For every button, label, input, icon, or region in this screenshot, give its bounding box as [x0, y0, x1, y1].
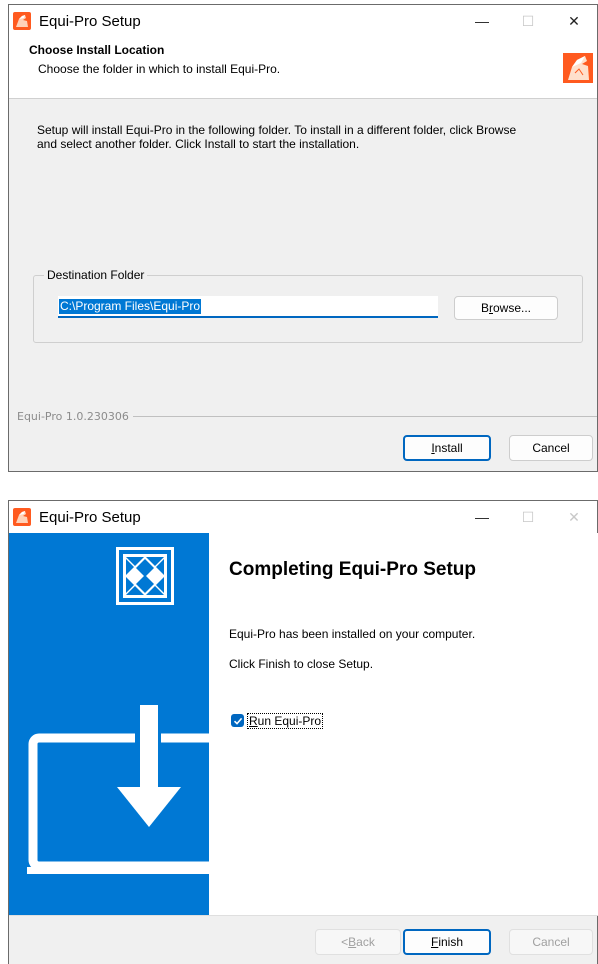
close-button[interactable]: ✕: [551, 501, 597, 533]
back-label-accel: B: [348, 935, 357, 949]
footer-divider: [9, 915, 598, 916]
run-equi-pro-checkbox[interactable]: [231, 714, 244, 727]
header-subtitle: Choose the folder in which to install Eq…: [38, 62, 281, 76]
install-label-rest: nstall: [434, 441, 463, 455]
package-logo-icon: [116, 547, 174, 605]
download-laptop-icon: [27, 703, 209, 874]
finish-label-accel: F: [430, 935, 439, 949]
window-title: Equi-Pro Setup: [39, 12, 141, 30]
back-label-rest: ack: [356, 935, 375, 949]
run-equi-pro-label[interactable]: Run Equi-Pro: [247, 713, 324, 729]
instructions-line-2: and select another folder. Click Install…: [37, 137, 360, 151]
back-label-prefix: <: [341, 935, 349, 949]
header-title: Choose Install Location: [29, 43, 165, 57]
cancel-button[interactable]: Cancel: [509, 929, 593, 955]
equi-pro-logo-icon: [563, 53, 593, 83]
install-location-window: Equi-Pro Setup — ☐ ✕ Choose Install Loca…: [8, 4, 598, 472]
cancel-button[interactable]: Cancel: [509, 435, 593, 461]
wizard-side-panel: [9, 533, 209, 915]
window-title: Equi-Pro Setup: [39, 508, 141, 526]
instructions-text: Setup will install Equi-Pro in the follo…: [9, 99, 579, 151]
destination-path-value: C:\Program Files\Equi-Pro: [59, 299, 202, 314]
minimize-button[interactable]: —: [459, 501, 505, 533]
app-icon: [13, 12, 31, 30]
run-label-accel: R: [249, 714, 258, 728]
browse-button[interactable]: Br owse...: [454, 296, 558, 320]
installed-message: Equi-Pro has been installed on your comp…: [229, 627, 476, 641]
back-button[interactable]: < Back: [315, 929, 401, 955]
version-label: Equi-Pro 1.0.230306: [17, 409, 129, 423]
run-label-rest: un Equi-Pro: [257, 714, 322, 728]
maximize-button[interactable]: ☐: [505, 5, 551, 37]
divider-line: [132, 415, 597, 417]
title-bar[interactable]: Equi-Pro Setup — ☐ ✕: [9, 5, 597, 37]
finish-label-rest: inish: [438, 935, 464, 949]
wizard-content: Completing Equi-Pro Setup Equi-Pro has b…: [209, 533, 598, 915]
app-icon: [13, 508, 31, 526]
finish-button[interactable]: Finish: [403, 929, 491, 955]
browse-label-start: B: [480, 301, 489, 315]
minimize-button[interactable]: —: [459, 5, 505, 37]
install-button[interactable]: Install: [403, 435, 491, 461]
close-instruction: Click Finish to close Setup.: [229, 657, 374, 671]
finish-window: Equi-Pro Setup — ☐ ✕ Completing Equi-Pro…: [8, 500, 598, 964]
instructions-line-1: Setup will install Equi-Pro in the follo…: [37, 123, 517, 137]
destination-folder-group: Destination Folder C:\Program Files\Equi…: [33, 268, 583, 343]
wizard-header: Choose Install Location Choose the folde…: [9, 37, 597, 99]
destination-folder-label: Destination Folder: [44, 268, 148, 282]
browse-label-end: owse...: [493, 301, 532, 315]
title-bar[interactable]: Equi-Pro Setup — ☐ ✕: [9, 501, 597, 533]
maximize-button[interactable]: ☐: [505, 501, 551, 533]
version-divider: Equi-Pro 1.0.230306: [17, 409, 597, 423]
destination-path-input[interactable]: C:\Program Files\Equi-Pro: [58, 296, 438, 318]
completion-heading: Completing Equi-Pro Setup: [229, 559, 476, 580]
close-button[interactable]: ✕: [551, 5, 597, 37]
checkmark-icon: [233, 717, 242, 725]
